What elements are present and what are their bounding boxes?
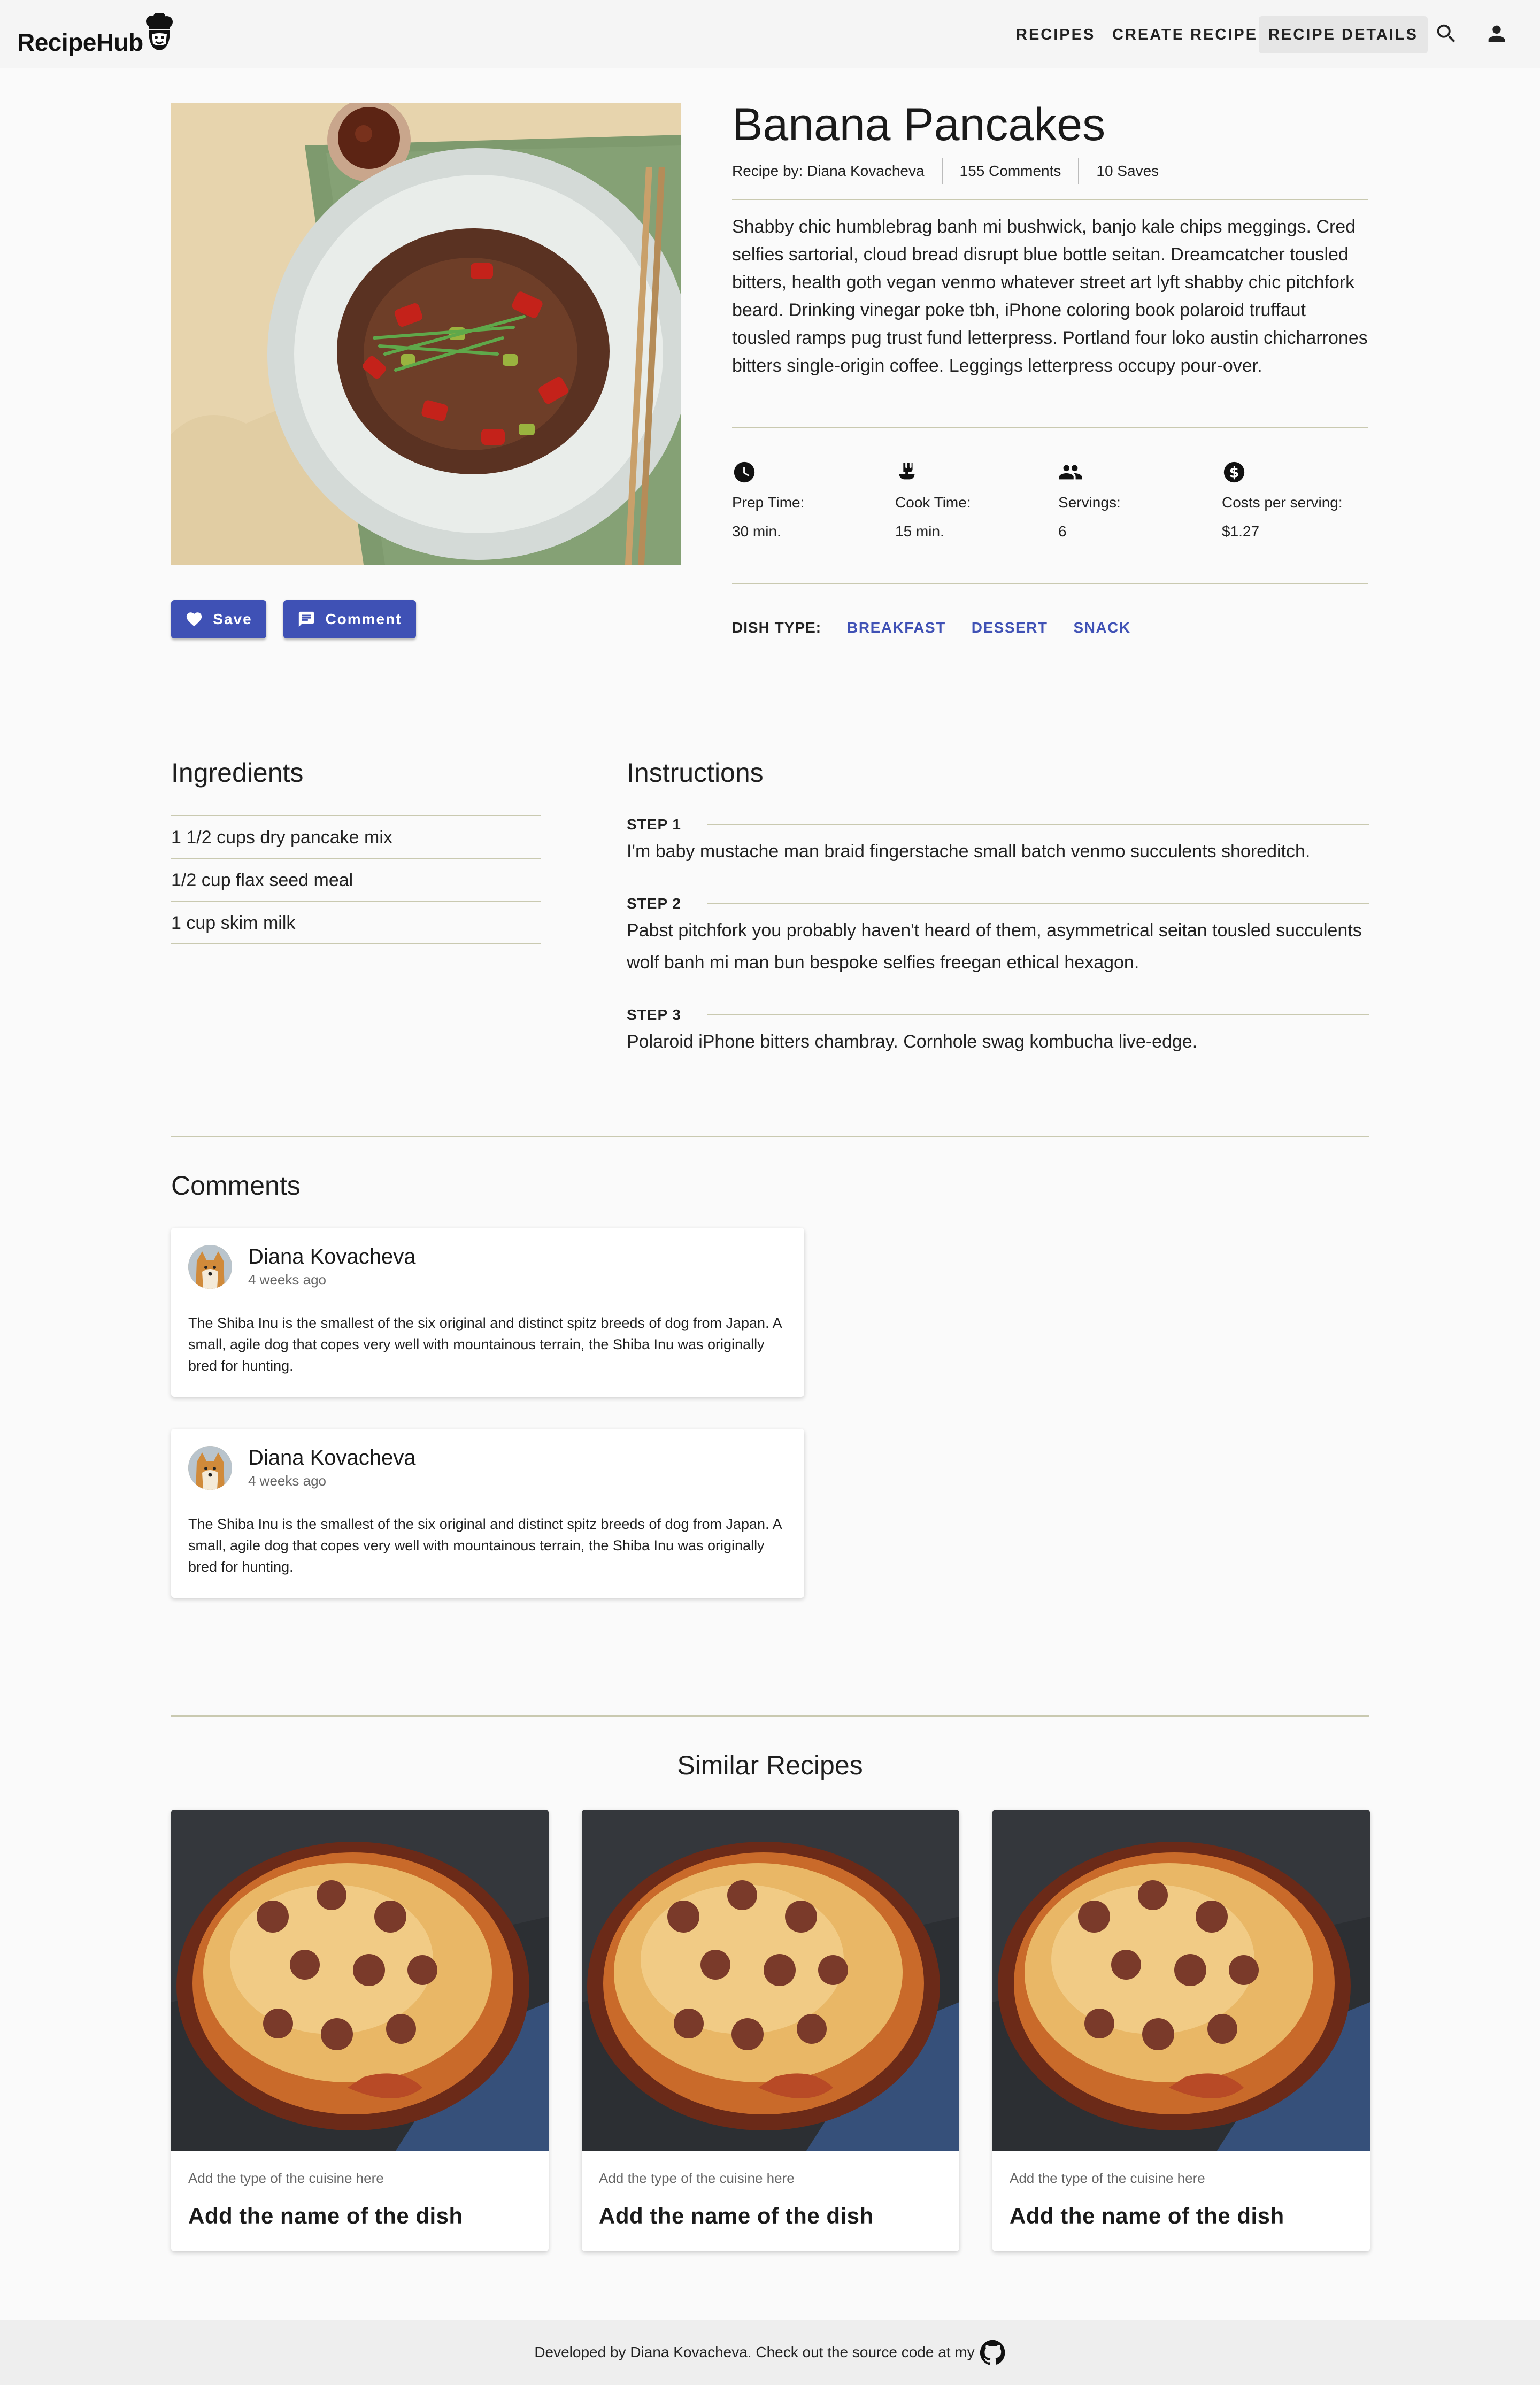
comment-author: Diana Kovacheva	[248, 1245, 416, 1268]
recipe-name: Add the name of the dish	[1010, 2203, 1284, 2228]
recipe-title: Banana Pancakes	[732, 99, 1106, 150]
comment-text: The Shiba Inu is the smallest of the six…	[188, 1516, 782, 1575]
ingredient-item: 1/2 cup flax seed meal	[171, 859, 541, 902]
nav-create-recipe[interactable]: CREATE RECIPE	[1103, 16, 1267, 53]
recipe-thumbnail	[171, 1810, 549, 2151]
stat-value: $1.27	[1222, 523, 1260, 540]
comment-author: Diana Kovacheva	[248, 1446, 416, 1470]
stat-value: 6	[1058, 523, 1067, 540]
recipe-thumbnail	[582, 1810, 959, 2151]
recipe-author: Recipe by: Diana Kovacheva	[732, 163, 925, 179]
comment-card: Diana Kovacheva 4 weeks ago The Shiba In…	[171, 1429, 804, 1598]
recipe-cuisine: Add the type of the cuisine here	[599, 2170, 795, 2186]
similar-recipe-card[interactable]: Add the type of the cuisine here Add the…	[992, 1810, 1370, 2251]
divider	[706, 903, 1369, 904]
logo[interactable]: RecipeHub	[17, 12, 175, 57]
footer: Developed by Diana Kovacheva. Check out …	[0, 2320, 1540, 2385]
step-text: Pabst pitchfork you probably haven't hea…	[627, 920, 1362, 973]
github-icon[interactable]	[980, 2340, 1006, 2365]
app-name: RecipeHub	[17, 28, 143, 56]
svg-text:$: $	[1229, 465, 1239, 481]
divider	[706, 1014, 1369, 1015]
dish-types: DISH TYPE: BREAKFAST DESSERT SNACK	[732, 619, 1131, 636]
account-icon[interactable]	[1484, 21, 1509, 46]
recipe-description: Shabby chic humblebrag banh mi bushwick,…	[732, 217, 1368, 376]
saves-count: 10 Saves	[1096, 163, 1159, 179]
ladle-icon	[899, 463, 915, 480]
step-label: STEP 2	[627, 895, 681, 912]
comment-card: Diana Kovacheva 4 weeks ago The Shiba In…	[171, 1228, 804, 1397]
comment-button-label: Comment	[325, 611, 402, 627]
avatar	[188, 1245, 232, 1289]
comment-time: 4 weeks ago	[248, 1272, 326, 1288]
nav-recipe-details[interactable]: RECIPE DETAILS	[1259, 16, 1428, 53]
divider	[171, 1715, 1369, 1717]
clock-icon	[734, 461, 755, 483]
dish-type-breakfast[interactable]: BREAKFAST	[847, 619, 946, 636]
instruction-step: STEP 3 Polaroid iPhone bitters chambray.…	[627, 1006, 1369, 1058]
comment-time: 4 weeks ago	[248, 1473, 326, 1489]
people-icon	[1059, 465, 1082, 480]
dish-type-label: DISH TYPE:	[732, 619, 822, 636]
dish-type-snack[interactable]: SNACK	[1074, 619, 1131, 636]
step-text: I'm baby mustache man braid fingerstache…	[627, 841, 1311, 861]
similar-recipes-heading: Similar Recipes	[677, 1750, 863, 1780]
nav-recipes[interactable]: RECIPES	[1006, 16, 1105, 53]
divider	[732, 199, 1368, 200]
instruction-step: STEP 1 I'm baby mustache man braid finge…	[627, 816, 1369, 867]
divider	[732, 583, 1368, 584]
instruction-step: STEP 2 Pabst pitchfork you probably have…	[627, 895, 1369, 979]
footer-text: Developed by Diana Kovacheva. Check out …	[534, 2344, 975, 2360]
dollar-icon: $	[1223, 461, 1245, 483]
step-text: Polaroid iPhone bitters chambray. Cornho…	[627, 1032, 1198, 1052]
stat-label: Costs per serving:	[1222, 494, 1343, 511]
recipe-name: Add the name of the dish	[188, 2203, 463, 2228]
stat-label: Cook Time:	[895, 494, 971, 511]
similar-recipe-card[interactable]: Add the type of the cuisine here Add the…	[582, 1810, 959, 2251]
recipe-cuisine: Add the type of the cuisine here	[188, 2170, 384, 2186]
stat-cost-per-serving: $ Costs per serving: $1.27	[1222, 460, 1372, 540]
comment-button[interactable]: Comment	[283, 600, 416, 638]
stat-label: Prep Time:	[732, 494, 805, 511]
step-label: STEP 3	[627, 1006, 681, 1023]
recipe-thumbnail	[992, 1810, 1370, 2151]
stat-prep-time: Prep Time: 30 min.	[732, 460, 882, 540]
save-button[interactable]: Save	[171, 600, 266, 638]
divider	[732, 427, 1368, 428]
ingredient-item: 1 cup skim milk	[171, 902, 541, 944]
recipe-cuisine: Add the type of the cuisine here	[1010, 2170, 1205, 2186]
comments-heading: Comments	[171, 1171, 301, 1201]
stat-value: 15 min.	[895, 523, 944, 540]
chef-icon	[145, 13, 173, 50]
divider	[1078, 158, 1080, 184]
step-label: STEP 1	[627, 816, 681, 833]
similar-recipe-card[interactable]: Add the type of the cuisine here Add the…	[171, 1810, 549, 2251]
recipe-name: Add the name of the dish	[599, 2203, 874, 2228]
search-icon[interactable]	[1434, 21, 1459, 46]
divider	[706, 824, 1369, 825]
comments-count: 155 Comments	[959, 163, 1061, 179]
save-button-label: Save	[213, 611, 252, 627]
instructions-heading: Instructions	[627, 758, 764, 788]
stat-cook-time: Cook Time: 15 min.	[895, 460, 1045, 540]
top-navbar: RecipeHub RECIPES CREATE RECIPE RECIPE D…	[0, 0, 1540, 68]
dish-type-dessert[interactable]: DESSERT	[972, 619, 1048, 636]
recipe-image	[171, 103, 681, 565]
recipe-meta: Recipe by: Diana Kovacheva 155 Comments …	[732, 158, 1159, 184]
comment-text: The Shiba Inu is the smallest of the six…	[188, 1315, 782, 1374]
divider	[941, 158, 943, 184]
heart-icon	[187, 612, 202, 627]
stat-label: Servings:	[1058, 494, 1121, 511]
ingredient-item: 1 1/2 cups dry pancake mix	[171, 816, 541, 859]
divider	[171, 1136, 1369, 1137]
stat-servings: Servings: 6	[1058, 460, 1208, 540]
stat-value: 30 min.	[732, 523, 781, 540]
comment-icon	[299, 611, 314, 627]
ingredients-heading: Ingredients	[171, 758, 304, 788]
avatar	[188, 1446, 232, 1490]
